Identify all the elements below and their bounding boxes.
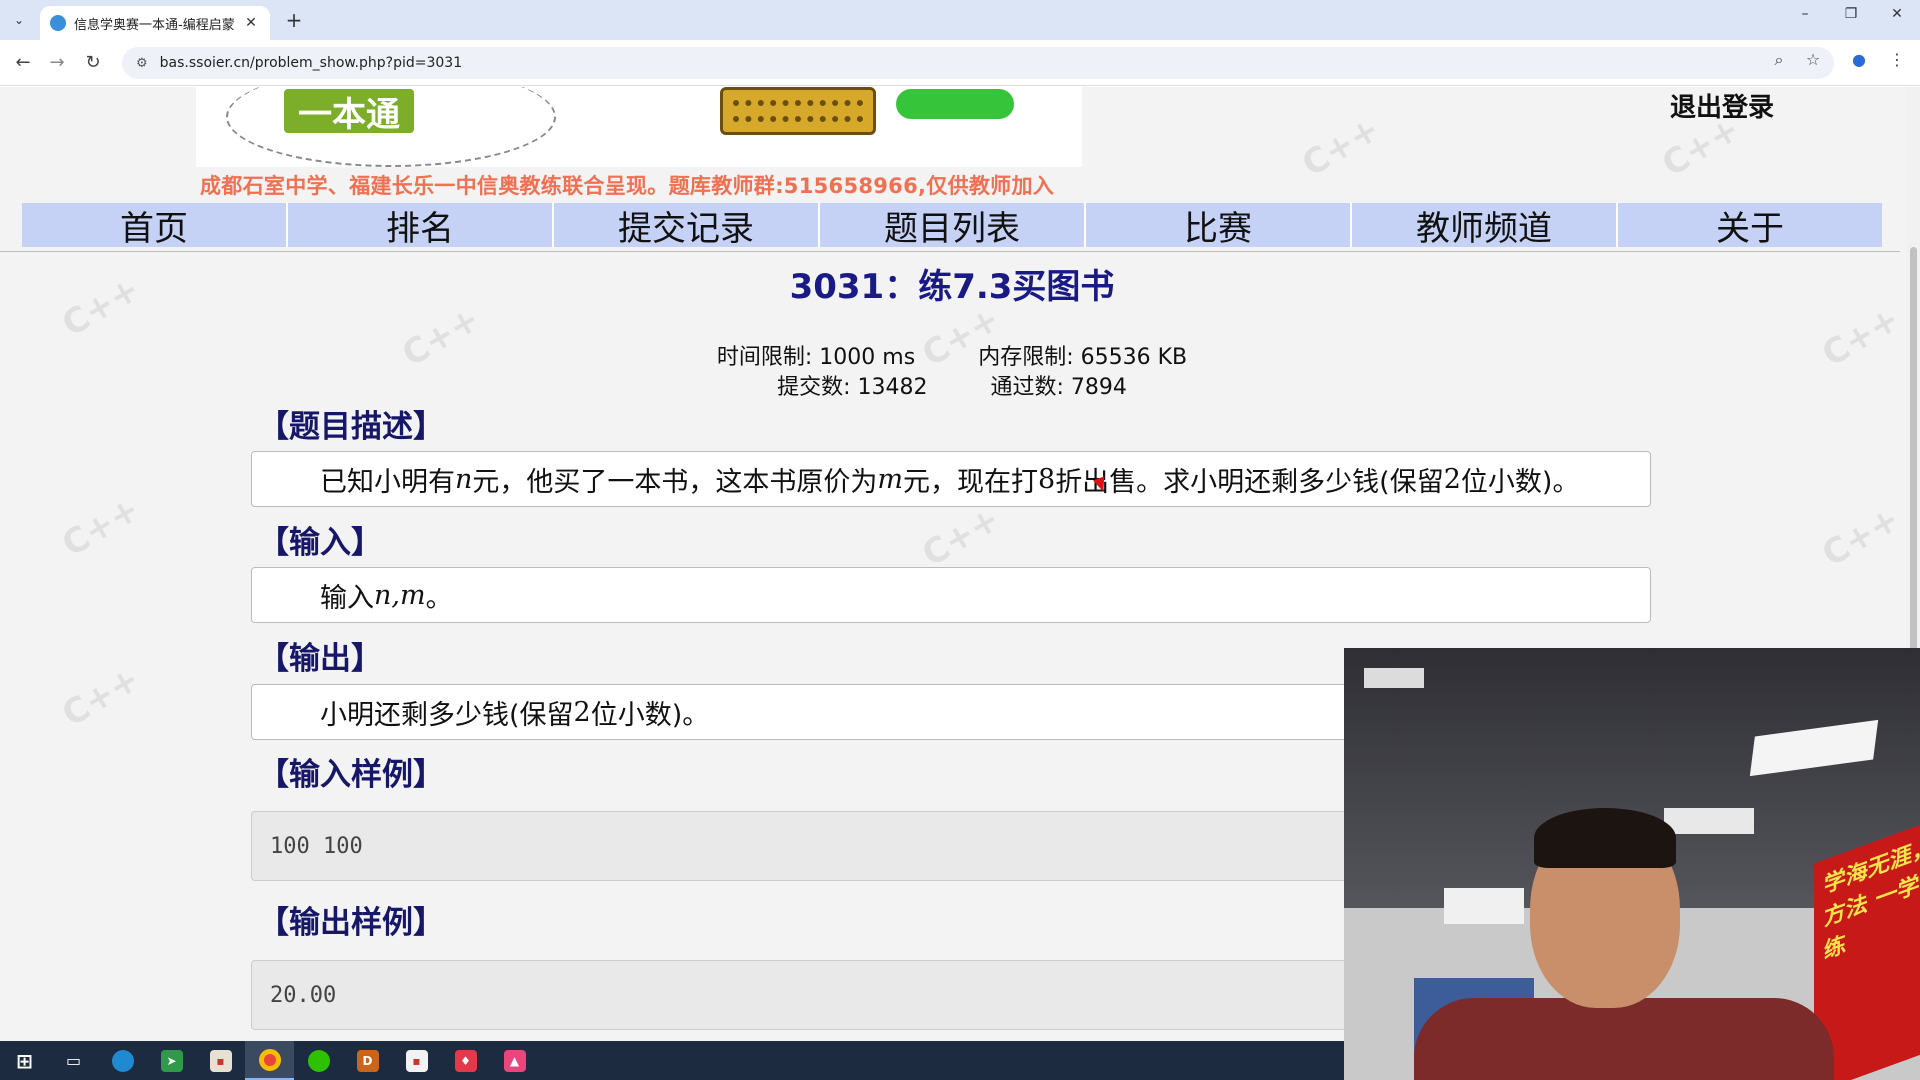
main-nav: 首页 排名 提交记录 题目列表 比赛 教师频道 关于 [22,203,1882,249]
accepted-count: 通过数: 7894 [990,375,1127,400]
telegram-icon[interactable]: ➤ [147,1041,196,1080]
bookmark-star-icon[interactable]: ☆ [1800,50,1826,69]
wechat-icon[interactable] [294,1041,343,1080]
tab-close-icon[interactable]: ✕ [242,15,260,31]
recording-app-icon[interactable]: ▲ [490,1041,539,1080]
edge-browser-icon[interactable] [98,1041,147,1080]
webcam-overlay: 学海无涯，方法 一学二练 [1344,648,1920,1080]
nav-ranking[interactable]: 排名 [288,203,554,249]
minimize-icon[interactable]: – [1790,6,1820,22]
security-app-icon[interactable]: ♦ [441,1041,490,1080]
chrome-icon[interactable] [245,1041,294,1080]
tab-title: 信息学奥赛一本通-编程启蒙（C [74,17,242,33]
submission-count: 提交数: 13482 [777,375,928,400]
url-text: bas.ssoier.cn/problem_show.php?pid=3031 [159,55,463,71]
watermark: C++ [1815,499,1907,575]
watermark: C++ [55,489,147,565]
ceiling-light [1664,808,1754,834]
zoom-icon[interactable]: ⌕ [1766,50,1792,70]
site-banner: 一本通 [196,87,1082,167]
reload-icon[interactable]: ↻ [80,50,106,76]
windows-taskbar: ⊞ ▭ ➤ ▪ D ▪ ♦ ▲ [0,1041,1344,1080]
close-window-icon[interactable]: ✕ [1882,6,1912,22]
math-var: n,m [374,579,426,611]
nav-about[interactable]: 关于 [1618,203,1882,249]
math-var: n [455,463,473,495]
site-favicon-icon [50,15,66,31]
nav-divider [0,251,1900,252]
output-heading: 【输出】 [258,641,382,677]
new-tab-button[interactable]: + [282,8,306,32]
problem-stats: 提交数: 13482 通过数: 7894 [0,369,1904,401]
chat-bubbles-icon [896,89,1014,119]
watermark: C++ [55,659,147,735]
nav-problem-list[interactable]: 题目列表 [820,203,1086,249]
math-var: m [877,463,903,495]
browser-toolbar: ← → ↻ ⚙ bas.ssoier.cn/problem_show.php?p… [0,40,1920,86]
logout-link[interactable]: 退出登录 [1670,87,1774,124]
back-arrow-icon[interactable]: ← [10,50,36,76]
keyboard-illustration-icon [720,87,876,135]
sample-input-heading: 【输入样例】 [258,757,444,793]
browser-tab-active[interactable]: 信息学奥赛一本通-编程启蒙（C ✕ [40,6,270,40]
address-bar[interactable]: ⚙ bas.ssoier.cn/problem_show.php?pid=303… [122,47,1834,79]
nav-home[interactable]: 首页 [22,203,288,249]
time-limit: 时间限制: 1000 ms [716,345,916,370]
sample-output-heading: 【输出样例】 [258,905,444,941]
description-text: 已知小明有 [320,466,455,498]
input-box: 输入 n,m。 [251,567,1651,623]
output-text: 小明还剩多少钱(保留 [320,699,574,731]
input-heading: 【输入】 [258,525,382,561]
tab-search-icon[interactable]: ⌄ [6,8,32,32]
math-var: 2 [573,696,591,728]
document-app-icon[interactable]: ▪ [392,1041,441,1080]
memory-limit: 内存限制: 65536 KB [978,345,1188,370]
air-conditioner [1444,888,1524,924]
watermark: C++ [1295,109,1387,185]
site-info-icon[interactable]: ⚙ [136,56,148,71]
output-text: 位小数)。 [590,699,710,731]
site-notice: 成都石室中学、福建长乐一中信奥教练联合呈现。题库教师群:515658966,仅供… [200,174,1055,198]
math-var: 2 [1443,463,1461,495]
restore-icon[interactable]: ❐ [1836,6,1866,22]
math-var: 8 [1038,463,1056,495]
description-text: 元，他买了一本书，这本书原价为 [472,466,878,498]
presenter-body [1414,998,1834,1080]
file-app-icon[interactable]: ▪ [196,1041,245,1080]
watermark: C++ [915,499,1007,575]
forward-arrow-icon[interactable]: → [44,50,70,76]
input-text: 输入 [320,582,374,614]
description-text: 位小数)。 [1460,466,1580,498]
browser-tab-bar: ⌄ 信息学奥赛一本通-编程启蒙（C ✕ + – ❐ ✕ [0,0,1920,40]
presenter-hair [1534,808,1676,868]
ceiling-light [1364,668,1424,688]
input-text: 。 [425,582,453,614]
task-view-icon[interactable]: ▭ [49,1041,98,1080]
nav-teacher-channel[interactable]: 教师频道 [1352,203,1618,249]
nav-contest[interactable]: 比赛 [1086,203,1352,249]
description-box: 已知小明有 n 元，他买了一本书，这本书原价为 m 元，现在打 8 折出售。求小明还剩多少钱… [251,451,1651,507]
site-logo: 一本通 [284,89,414,135]
profile-avatar-icon[interactable]: ● [1846,50,1872,69]
description-text: 折出售。求小明还剩多少钱(保留 [1055,466,1444,498]
description-text: 元，现在打 [903,466,1038,498]
description-heading: 【题目描述】 [258,409,444,445]
dev-cpp-icon[interactable]: D [343,1041,392,1080]
nav-submissions[interactable]: 提交记录 [554,203,820,249]
problem-limits: 时间限制: 1000 ms 内存限制: 65536 KB [0,339,1904,371]
problem-title: 3031：练7.3买图书 [789,267,1115,307]
windows-start-icon[interactable]: ⊞ [0,1041,49,1080]
menu-kebab-icon[interactable]: ⋮ [1884,50,1910,69]
